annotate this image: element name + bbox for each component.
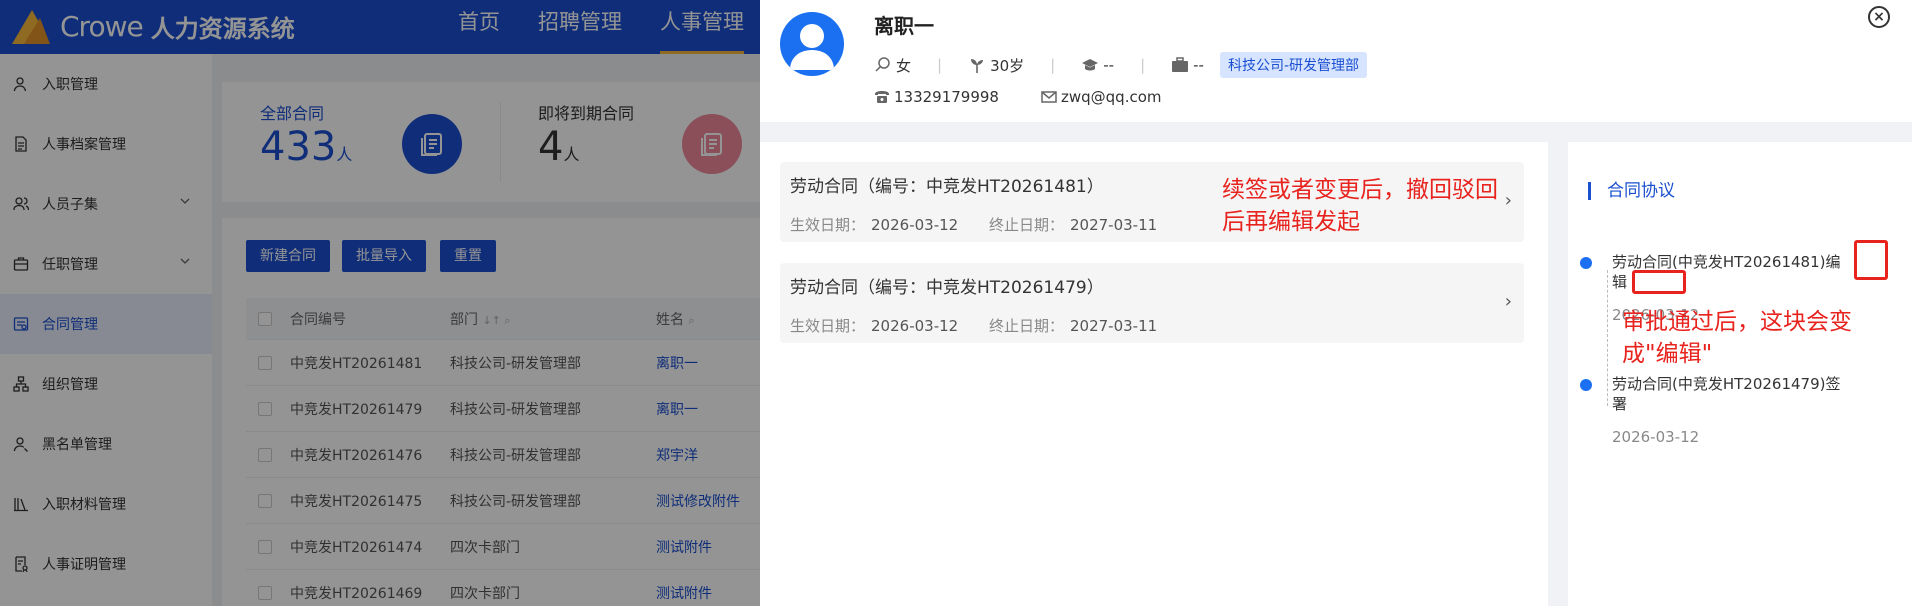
timeline-item-date: 2026-03-12 — [1612, 428, 1700, 446]
divider: | — [1050, 56, 1056, 74]
graduation-cap-icon — [1081, 56, 1099, 74]
position-field: -- — [1171, 56, 1204, 74]
highlight-box — [1854, 240, 1888, 280]
close-icon[interactable]: × — [1868, 6, 1890, 28]
chevron-right-icon[interactable]: › — [1505, 291, 1512, 312]
age-field: 30岁 — [968, 55, 1024, 76]
department-tag: 科技公司-研发管理部 — [1219, 52, 1368, 78]
employee-info-row: 女 | 30岁 | -- | -- 科技公司-研发管理部 — [874, 52, 1368, 78]
contract-dates: 生效日期： 2026-03-12 终止日期： 2027-03-11 — [790, 315, 1183, 336]
start-date-label: 生效日期： — [790, 317, 866, 335]
contract-timeline-panel: 合同协议 劳动合同(中竞发HT20261481)编辑 2026-03-12 劳动… — [1568, 142, 1912, 606]
end-date-value: 2027-03-11 — [1070, 317, 1158, 335]
age-value: 30岁 — [990, 56, 1025, 75]
timeline-item[interactable]: 劳动合同(中竞发HT20261479)签署 2026-03-12 — [1580, 374, 1852, 446]
timeline-title: 合同协议 — [1588, 182, 1675, 200]
end-date-value: 2027-03-11 — [1070, 216, 1158, 234]
gender-value: 女 — [896, 56, 912, 75]
start-date-value: 2026-03-12 — [871, 317, 959, 335]
phone-value: 13329179998 — [894, 88, 999, 106]
phone-icon — [874, 89, 890, 105]
start-date-label: 生效日期： — [790, 216, 866, 234]
annotation-line: 后再编辑发起 — [1222, 209, 1360, 235]
gender-icon — [874, 56, 892, 74]
contract-card[interactable]: 劳动合同（编号：中竞发HT20261479） 生效日期： 2026-03-12 终… — [780, 263, 1524, 343]
email-value: zwq@qq.com — [1060, 88, 1162, 106]
contract-title: 劳动合同（编号：中竞发HT20261479） — [790, 278, 1104, 298]
briefcase-icon — [1171, 56, 1189, 74]
annotation-line: 续签或者变更后，撤回驳回 — [1222, 177, 1498, 203]
annotation-line: 审批通过后，这块会变 — [1622, 309, 1852, 335]
drawer-mask[interactable] — [0, 0, 760, 606]
start-date-value: 2026-03-12 — [871, 216, 959, 234]
sprout-icon — [968, 56, 986, 74]
timeline-connector — [1607, 270, 1608, 406]
annotation-right: 审批通过后，这块会变 成"编辑" — [1622, 306, 1852, 370]
contract-dates: 生效日期： 2026-03-12 终止日期： 2027-03-11 — [790, 214, 1183, 235]
timeline-item-text: 劳动合同(中竞发HT20261479)签署 — [1612, 375, 1841, 413]
timeline-dot — [1580, 257, 1592, 269]
employee-contact-row: 13329179998 zwq@qq.com — [874, 88, 1204, 106]
education-field: -- — [1081, 56, 1114, 74]
education-value: -- — [1103, 56, 1115, 74]
chevron-right-icon[interactable]: › — [1505, 190, 1512, 211]
divider: | — [937, 56, 943, 74]
mail-icon — [1041, 89, 1057, 105]
phone-field: 13329179998 — [874, 88, 999, 106]
contract-title: 劳动合同（编号：中竞发HT20261481） — [790, 177, 1104, 197]
gender-field: 女 — [874, 55, 911, 76]
email-field: zwq@qq.com — [1041, 88, 1162, 106]
timeline-dot — [1580, 379, 1592, 391]
employee-name: 离职一 — [874, 14, 934, 38]
position-value: -- — [1193, 56, 1204, 74]
employee-profile-header: 离职一 女 | 30岁 | -- | -- 科技公司-研发管理部 1332917… — [760, 0, 1912, 122]
end-date-label: 终止日期： — [988, 216, 1064, 234]
divider: | — [1140, 56, 1146, 74]
employee-contract-drawer: 离职一 女 | 30岁 | -- | -- 科技公司-研发管理部 1332917… — [760, 0, 1912, 606]
user-avatar-icon — [790, 24, 834, 70]
highlight-box — [1632, 270, 1686, 294]
annotation-left: 续签或者变更后，撤回驳回 后再编辑发起 — [1222, 174, 1498, 238]
annotation-line: 成"编辑" — [1622, 341, 1713, 367]
end-date-label: 终止日期： — [988, 317, 1064, 335]
avatar — [780, 12, 844, 76]
